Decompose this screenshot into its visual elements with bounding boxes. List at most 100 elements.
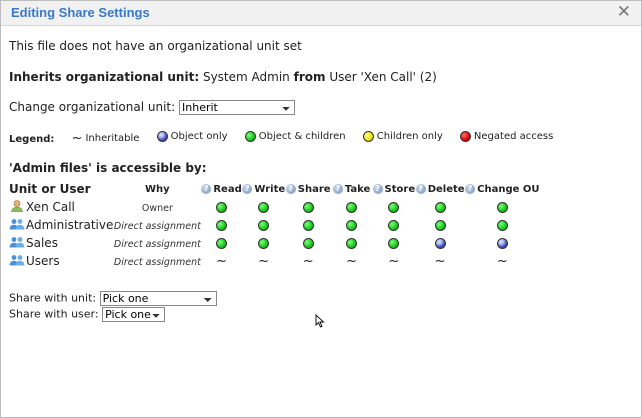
perm-cell-read[interactable]: [201, 216, 241, 234]
perm-cell-write[interactable]: [242, 216, 286, 234]
group-icon: [9, 254, 25, 266]
why-text: Direct assignment: [113, 221, 201, 232]
legend-label: Legend:: [9, 134, 55, 145]
table-row: Xen Call Owner: [9, 198, 540, 216]
unit-cell: Sales: [9, 234, 113, 252]
perm-cell-store[interactable]: [373, 198, 416, 216]
dialog-title: Editing Share Settings: [11, 5, 150, 20]
legend: Legend: ~ Inheritable Object only Object…: [9, 131, 567, 145]
green-dot-icon[interactable]: [216, 202, 228, 213]
col-write-header: ? Write: [242, 180, 286, 198]
col-change-ou-header: ? Change OU: [465, 180, 540, 198]
no-ou-message: This file does not have an organizationa…: [9, 39, 302, 53]
perm-cell-store[interactable]: ~: [373, 252, 416, 270]
tilde-icon[interactable]: ~: [258, 254, 269, 269]
share-unit-select[interactable]: Pick one: [99, 291, 217, 306]
green-dot-icon[interactable]: [216, 220, 228, 231]
perm-cell-change-ou[interactable]: ~: [465, 252, 539, 270]
why-text: Direct assignment: [113, 257, 201, 268]
perm-cell-share[interactable]: ~: [286, 252, 331, 270]
change-ou-line: Change organizational unit: Inherit: [9, 100, 295, 115]
tilde-icon[interactable]: ~: [497, 254, 508, 269]
change-ou-select[interactable]: Inherit: [179, 100, 295, 115]
help-icon[interactable]: ?: [372, 183, 383, 194]
help-icon[interactable]: ?: [201, 183, 212, 194]
tilde-icon[interactable]: ~: [216, 254, 227, 269]
col-why-header: Why: [145, 183, 170, 195]
blue-dot-icon: [156, 131, 168, 142]
help-icon[interactable]: ?: [242, 183, 253, 194]
green-dot-icon[interactable]: [434, 220, 446, 231]
legend-text: Children only: [376, 131, 443, 142]
perm-cell-take[interactable]: ~: [331, 252, 373, 270]
green-dot-icon[interactable]: [346, 202, 358, 213]
green-dot-icon[interactable]: [346, 238, 358, 249]
from-value: User 'Xen Call' (2): [329, 70, 437, 84]
perm-cell-read[interactable]: [201, 234, 241, 252]
blue-dot-icon[interactable]: [496, 238, 508, 249]
tilde-icon[interactable]: ~: [388, 254, 399, 269]
perm-cell-share[interactable]: [286, 216, 331, 234]
green-dot-icon[interactable]: [388, 220, 400, 231]
help-icon[interactable]: ?: [465, 183, 476, 194]
tilde-icon[interactable]: ~: [303, 254, 314, 269]
green-dot-icon[interactable]: [302, 220, 314, 231]
unit-cell: Administrative: [9, 216, 113, 234]
tilde-icon[interactable]: ~: [435, 254, 446, 269]
perm-cell-delete[interactable]: [415, 216, 465, 234]
green-dot-icon[interactable]: [258, 238, 270, 249]
green-dot-icon[interactable]: [258, 202, 270, 213]
green-dot-icon[interactable]: [216, 238, 228, 249]
group-icon: [9, 218, 25, 230]
green-dot-icon[interactable]: [346, 220, 358, 231]
share-user-select[interactable]: Pick one: [102, 307, 166, 322]
perm-cell-share[interactable]: [286, 234, 331, 252]
perm-cell-write[interactable]: ~: [242, 252, 286, 270]
perm-cell-change-ou[interactable]: [465, 234, 539, 252]
unit-name[interactable]: Users: [26, 254, 60, 268]
legend-text: Inheritable: [85, 133, 140, 144]
user-icon: [9, 200, 25, 213]
legend-item-object-children: Object & children: [244, 131, 346, 142]
perm-cell-share[interactable]: [286, 198, 331, 216]
green-dot-icon[interactable]: [434, 202, 446, 213]
close-icon[interactable]: ✕: [617, 2, 631, 22]
green-dot-icon[interactable]: [388, 238, 400, 249]
perm-cell-read[interactable]: ~: [201, 252, 241, 270]
help-icon[interactable]: ?: [415, 183, 426, 194]
perm-cell-change-ou[interactable]: [465, 216, 539, 234]
perm-cell-take[interactable]: [331, 198, 373, 216]
dialog-titlebar: Editing Share Settings ✕: [1, 1, 641, 26]
green-dot-icon[interactable]: [258, 220, 270, 231]
unit-name[interactable]: Xen Call: [26, 200, 75, 214]
perm-cell-delete[interactable]: [415, 234, 465, 252]
green-dot-icon[interactable]: [388, 202, 400, 213]
inherits-label: Inherits organizational unit:: [9, 70, 200, 84]
unit-cell: Xen Call: [9, 198, 113, 216]
perm-cell-delete[interactable]: [415, 198, 465, 216]
perm-cell-take[interactable]: [331, 234, 373, 252]
green-dot-icon[interactable]: [302, 238, 314, 249]
perm-cell-store[interactable]: [373, 216, 416, 234]
perm-cell-take[interactable]: [331, 216, 373, 234]
accessible-heading: 'Admin files' is accessible by:: [9, 161, 207, 175]
tilde-icon[interactable]: ~: [346, 254, 357, 269]
perm-cell-change-ou[interactable]: [465, 198, 539, 216]
green-dot-icon[interactable]: [496, 202, 508, 213]
why-cell: Direct assignment: [113, 252, 201, 270]
perm-cell-read[interactable]: [201, 198, 241, 216]
perm-cell-write[interactable]: [242, 198, 286, 216]
col-store-header: ? Store: [372, 180, 415, 198]
help-icon[interactable]: ?: [285, 183, 296, 194]
unit-name[interactable]: Administrative: [26, 218, 113, 232]
green-dot-icon: [244, 131, 256, 142]
perm-cell-store[interactable]: [373, 234, 416, 252]
perm-cell-delete[interactable]: ~: [415, 252, 465, 270]
help-icon[interactable]: ?: [332, 183, 343, 194]
perm-cell-write[interactable]: [242, 234, 286, 252]
green-dot-icon[interactable]: [302, 202, 314, 213]
blue-dot-icon[interactable]: [434, 238, 446, 249]
green-dot-icon[interactable]: [496, 220, 508, 231]
unit-name[interactable]: Sales: [26, 236, 58, 250]
from-label: from: [293, 70, 326, 84]
